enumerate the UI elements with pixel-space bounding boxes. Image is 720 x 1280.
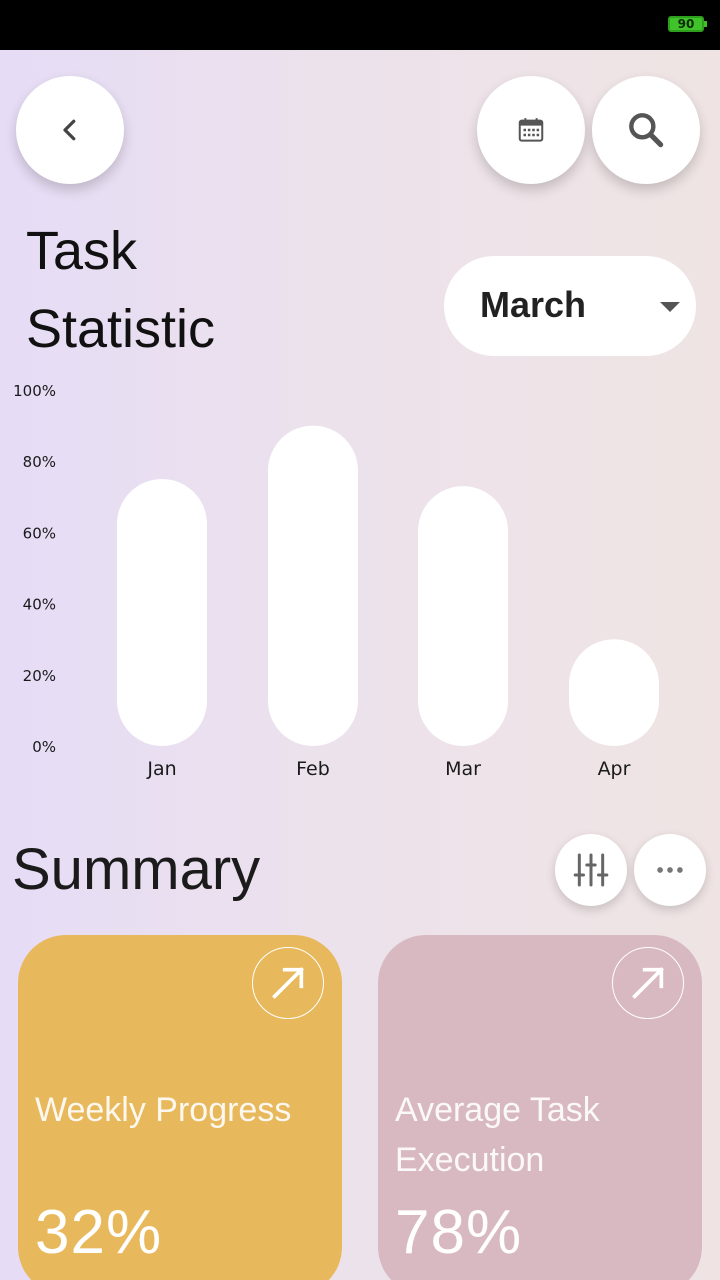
open-average-task-execution-button[interactable] [612,947,684,1019]
average-task-execution-card[interactable]: Average Task Execution 78% [378,935,702,1280]
calendar-button[interactable] [477,76,585,184]
bar-feb[interactable] [268,425,358,746]
page-title-line2: Statistic [26,299,216,359]
y-tick-label: 20% [23,667,56,685]
page-title: Task Statistic [26,212,326,368]
y-tick-label: 40% [23,596,56,614]
card-value: 32% [35,1198,163,1267]
y-tick-label: 80% [23,453,56,471]
x-category-label: Jan [146,758,176,780]
card-value: 78% [395,1198,523,1267]
x-category-label: Mar [445,758,481,780]
arrow-up-right-icon [632,967,664,999]
battery-indicator: 90 [668,16,707,32]
open-weekly-progress-button[interactable] [252,947,324,1019]
search-button[interactable] [592,76,700,184]
card-label: Weekly Progress [35,1091,292,1129]
caret-down-icon [660,302,680,312]
y-tick-label: 0% [32,738,56,756]
more-button[interactable] [634,834,706,906]
summary-title: Summary [12,837,261,902]
y-tick-label: 60% [23,524,56,542]
month-dropdown-value: March [480,284,587,325]
search-icon [629,113,664,148]
bar-apr[interactable] [569,639,659,746]
filter-button[interactable] [555,834,627,906]
month-dropdown[interactable]: March [444,256,696,356]
x-category-label: Apr [598,758,631,780]
more-horizontal-icon [657,867,683,873]
y-tick-label: 100% [13,382,56,400]
back-button[interactable] [16,76,124,184]
weekly-progress-card[interactable]: Weekly Progress 32% [18,935,342,1280]
bar-jan[interactable] [117,479,207,746]
bar-mar[interactable] [418,486,508,746]
task-statistic-chart: 0% 20% 40% 60% 80% 100% Jan Feb Mar Apr [13,382,659,780]
chevron-left-icon [63,119,76,141]
arrow-up-right-icon [272,967,304,999]
x-category-label: Feb [296,758,330,780]
status-bar: 90 [0,0,720,50]
card-label: Average Task Execution [395,1091,600,1179]
page-title-line1: Task [26,221,138,281]
sliders-icon [573,853,609,887]
calendar-icon [518,118,544,142]
